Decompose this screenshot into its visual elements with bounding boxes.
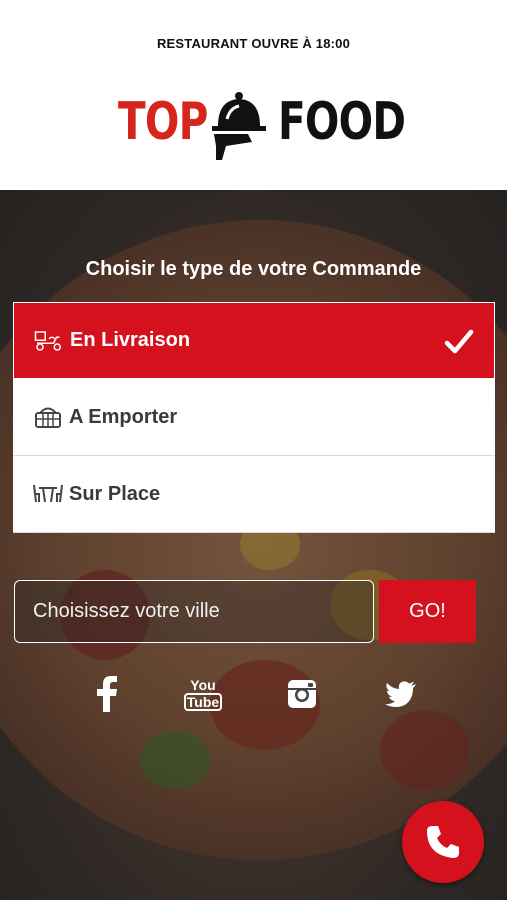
call-button[interactable] (402, 801, 484, 883)
brand-logo: TOP FOOD (0, 86, 507, 166)
twitter-icon[interactable] (381, 674, 421, 714)
checkmark-icon (444, 329, 474, 354)
order-type-title: Choisir le type de votre Commande (85, 258, 422, 280)
city-input[interactable] (14, 580, 374, 643)
dark-overlay (0, 190, 507, 900)
order-type-list: En Livraison A Emporter Sur Place (13, 302, 495, 533)
order-option-delivery[interactable]: En Livraison (13, 302, 495, 379)
youtube-icon[interactable]: You Tube (183, 674, 223, 714)
logo-text-top: TOP (118, 92, 208, 152)
basket-icon (33, 402, 63, 432)
opening-status-text: RESTAURANT OUVRE À 18:00 (156, 36, 351, 51)
order-option-label: En Livraison (70, 329, 191, 351)
order-option-dine-in[interactable]: Sur Place (13, 456, 495, 533)
facebook-icon[interactable] (87, 674, 127, 714)
phone-icon (427, 826, 459, 858)
hero-background: Choisir le type de votre Commande En Liv… (0, 190, 507, 900)
cloche-hand-icon (212, 92, 266, 160)
dining-table-icon (33, 479, 63, 509)
youtube-label-top: You (190, 676, 216, 693)
order-option-label: Sur Place (69, 482, 161, 505)
top-header: RESTAURANT OUVRE À 18:00 TOP FOOD (0, 0, 507, 190)
order-option-takeaway[interactable]: A Emporter (13, 379, 495, 456)
youtube-label-bottom: Tube (183, 692, 223, 711)
delivery-scooter-icon (34, 326, 64, 356)
social-links: You Tube (0, 674, 507, 714)
instagram-icon[interactable] (282, 674, 322, 714)
order-option-label: A Emporter (69, 405, 178, 428)
city-selector: GO! (14, 580, 476, 644)
logo-text-bottom: FOOD (278, 92, 406, 152)
go-button[interactable]: GO! (379, 580, 476, 643)
